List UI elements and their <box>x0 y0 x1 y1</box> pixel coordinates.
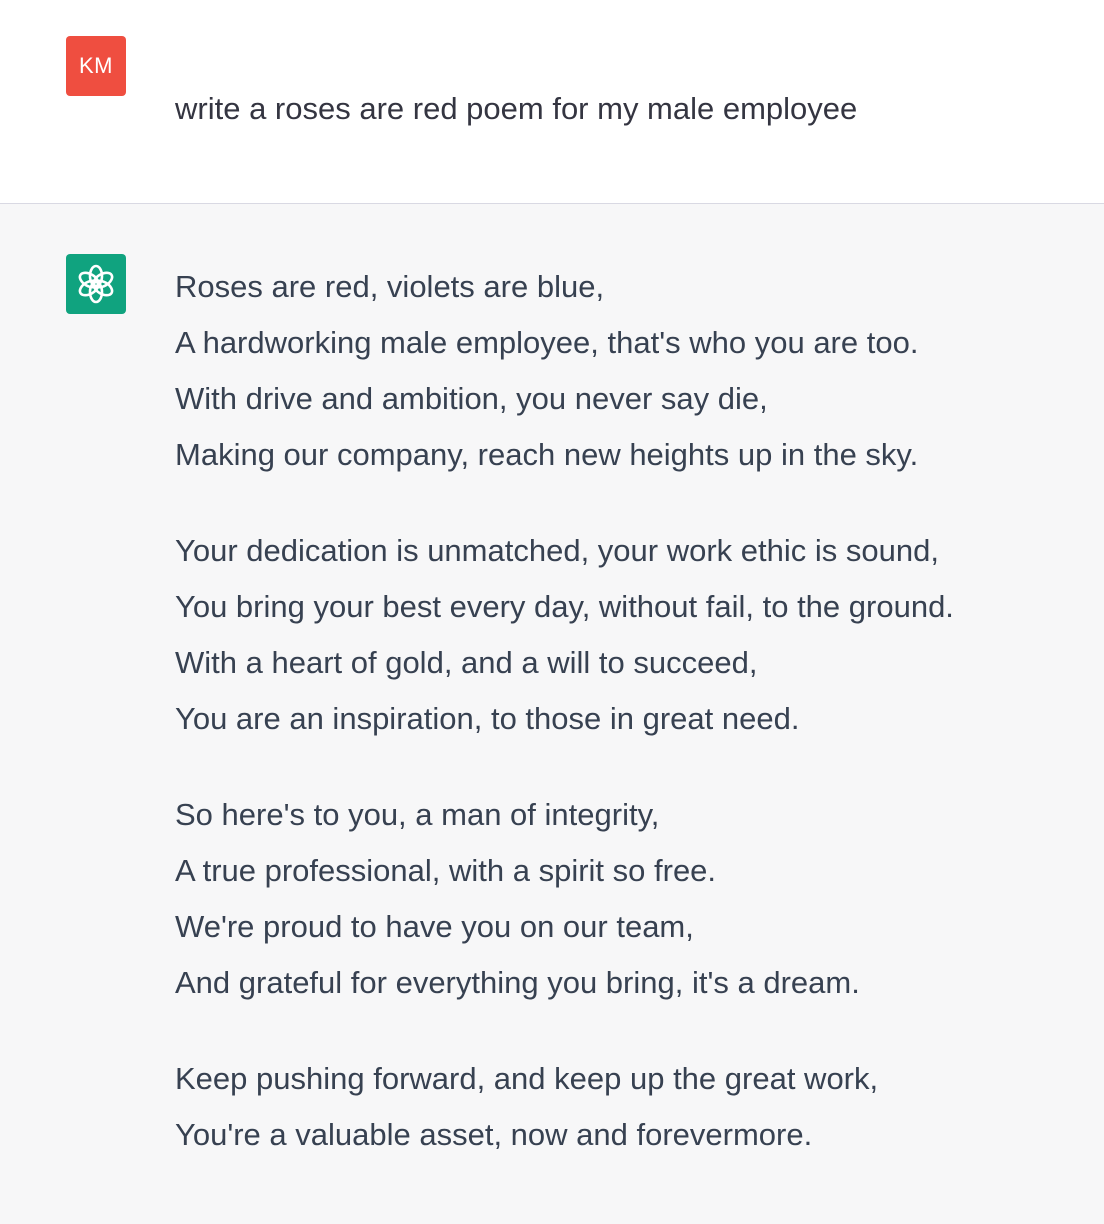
poem-stanza: Roses are red, violets are blue, A hardw… <box>175 259 1075 483</box>
poem-line: You're a valuable asset, now and forever… <box>175 1117 813 1152</box>
poem-line: You bring your best every day, without f… <box>175 589 954 624</box>
poem-stanza: Your dedication is unmatched, your work … <box>175 523 1075 747</box>
poem-line: We're proud to have you on our team, <box>175 909 694 944</box>
assistant-message-row: Roses are red, violets are blue, A hardw… <box>0 204 1104 1224</box>
assistant-avatar <box>66 254 126 314</box>
openai-logo-icon <box>78 264 114 304</box>
poem-line: And grateful for everything you bring, i… <box>175 965 860 1000</box>
poem-line: Keep pushing forward, and keep up the gr… <box>175 1061 879 1096</box>
user-avatar: KM <box>66 36 126 96</box>
poem-stanza: So here's to you, a man of integrity, A … <box>175 787 1075 1011</box>
poem-line: With a heart of gold, and a will to succ… <box>175 645 758 680</box>
user-avatar-initials: KM <box>79 53 113 78</box>
poem-line: With drive and ambition, you never say d… <box>175 381 768 416</box>
user-message-text: write a roses are red poem for my male e… <box>175 91 858 126</box>
poem-line: A hardworking male employee, that's who … <box>175 325 919 360</box>
poem-line: A true professional, with a spirit so fr… <box>175 853 717 888</box>
poem-line: So here's to you, a man of integrity, <box>175 797 660 832</box>
poem-line: Making our company, reach new heights up… <box>175 437 919 472</box>
poem-stanza: Keep pushing forward, and keep up the gr… <box>175 1051 1075 1163</box>
user-message-row: KM write a roses are red poem for my mal… <box>0 0 1104 204</box>
poem-line: Roses are red, violets are blue, <box>175 269 605 304</box>
poem-line: Your dedication is unmatched, your work … <box>175 533 939 568</box>
assistant-poem: Roses are red, violets are blue, A hardw… <box>175 259 1075 1203</box>
poem-line: You are an inspiration, to those in grea… <box>175 701 800 736</box>
